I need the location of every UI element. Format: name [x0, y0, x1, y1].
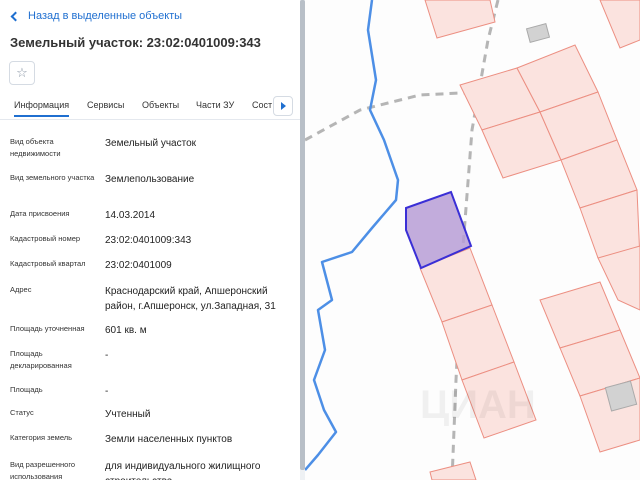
property-label: Вид объекта недвижимости [10, 137, 61, 158]
property-value: - [105, 350, 109, 361]
property-label: Кадастровый квартал [10, 259, 86, 268]
parcel[interactable] [599, 0, 640, 49]
property-label: Вид земельного участка [10, 173, 95, 182]
property-label: Категория земель [10, 433, 73, 442]
property-value: 23:02:0401009:343 [105, 235, 192, 246]
property-label: Вид разрешенного использования [10, 460, 76, 480]
property-value: 14.03.2014 [105, 210, 156, 221]
parcel[interactable] [424, 0, 496, 39]
cadastral-map[interactable]: ЦИАН [305, 0, 640, 480]
back-link-label: Назад в выделенные объекты [28, 10, 183, 22]
property-value: Землепользование [105, 174, 195, 185]
property-label: Кадастровый номер [10, 234, 81, 243]
favorite-button[interactable]: ☆ [9, 61, 35, 85]
property-value: Земельный участок [105, 138, 197, 149]
tab-services[interactable]: Сервисы [87, 100, 124, 110]
property-label: Статус [10, 408, 34, 417]
tabs-scroll-right-button[interactable] [273, 96, 293, 116]
property-label: Площадь уточненная [10, 324, 85, 333]
tab-objects[interactable]: Объекты [142, 100, 179, 110]
property-value: 23:02:0401009 [105, 260, 172, 271]
road-line [305, 90, 481, 142]
page-title: Земельный участок: 23:02:0401009:343 [10, 35, 261, 50]
property-label: Дата присвоения [10, 209, 70, 218]
property-value: Краснодарский край, Апшеронский район, г… [105, 286, 276, 312]
property-label: Адрес [10, 285, 32, 294]
river-line [305, 0, 400, 471]
building-marker [525, 23, 551, 43]
property-label: Площадь декларированная [10, 349, 72, 370]
tab-composition[interactable]: Соста [252, 100, 272, 110]
property-value: - [105, 386, 109, 397]
property-value: Земли населенных пунктов [105, 434, 233, 445]
tab-parts[interactable]: Части ЗУ [196, 100, 234, 110]
info-panel: Назад в выделенные объекты Земельный уча… [0, 0, 300, 480]
chevron-right-icon [280, 102, 286, 110]
map-canvas[interactable]: ЦИАН [305, 0, 640, 480]
chevron-left-icon [10, 11, 21, 21]
property-value: Учтенный [105, 409, 151, 420]
property-label: Площадь [10, 385, 43, 394]
tab-info[interactable]: Информация [14, 100, 70, 117]
map-watermark: ЦИАН [420, 383, 536, 427]
back-link[interactable]: Назад в выделенные объекты [10, 10, 183, 22]
star-icon: ☆ [16, 65, 28, 80]
property-value: для индивидуального жилищного строительс… [105, 461, 261, 480]
property-value: 601 кв. м [105, 325, 147, 336]
tab-bar: Информация Сервисы Объекты Части ЗУ Сост… [0, 96, 300, 120]
